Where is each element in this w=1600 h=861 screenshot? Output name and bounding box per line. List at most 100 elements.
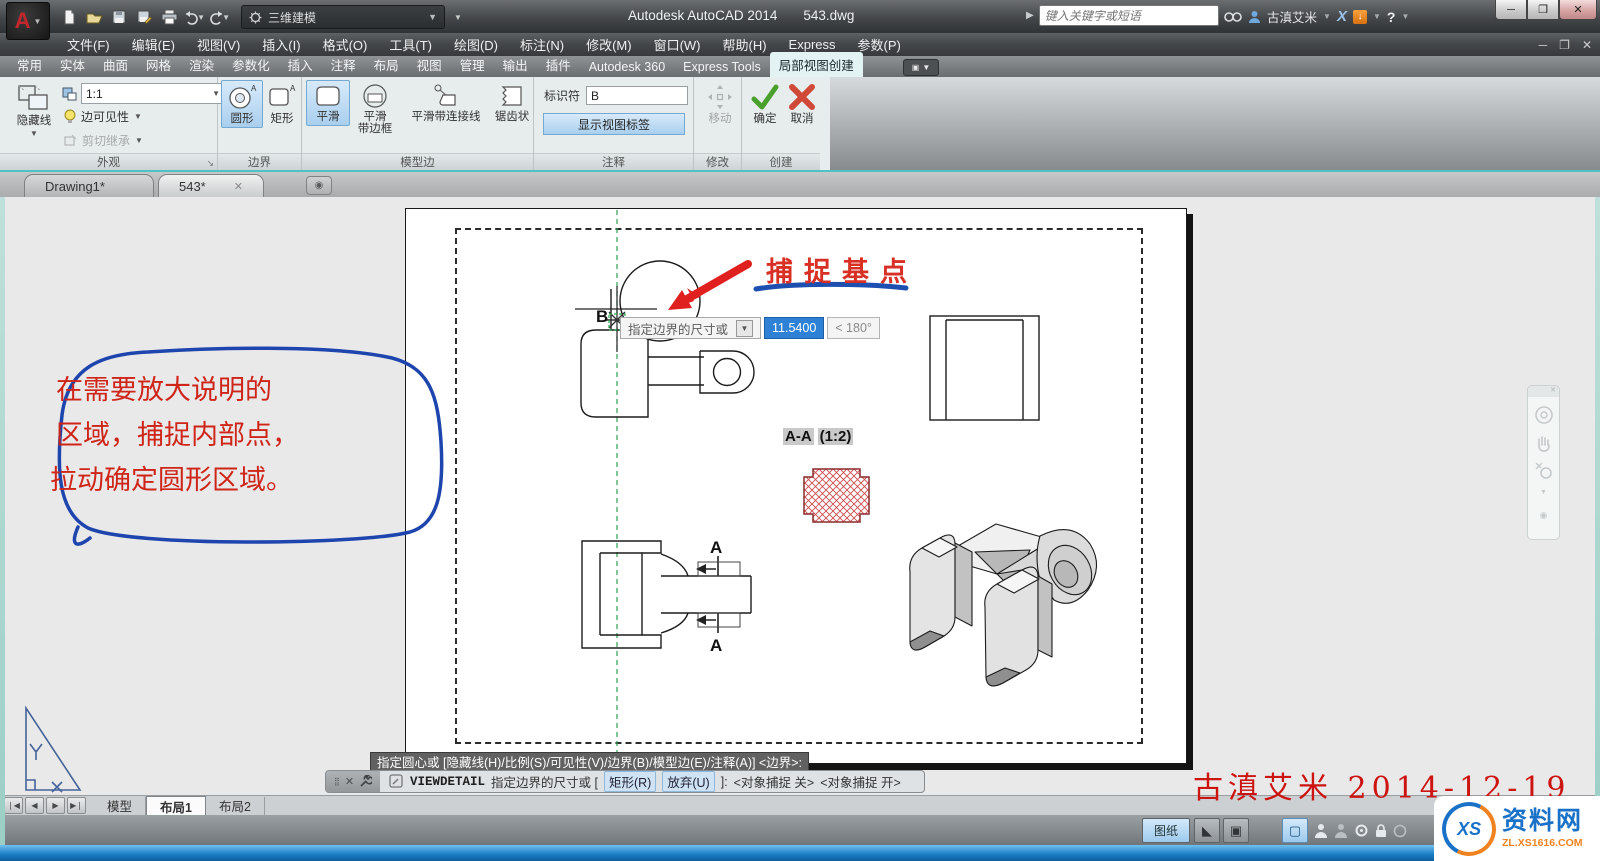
workspace-selector[interactable]: 三维建模 ▼: [241, 5, 445, 29]
search-go-icon[interactable]: ▶: [1026, 10, 1034, 21]
close-icon[interactable]: ✕: [234, 180, 243, 193]
smooth-with-leader-button[interactable]: 平滑带连接线: [400, 80, 492, 126]
wrench-icon[interactable]: [359, 775, 373, 788]
hidden-lines-button[interactable]: 隐藏线 ▼: [5, 80, 63, 141]
doc-restore-button[interactable]: ❐: [1559, 38, 1570, 52]
panel-label-create[interactable]: 创建: [742, 153, 820, 170]
navbar-close-icon[interactable]: ✕: [1528, 386, 1559, 397]
section-view-label[interactable]: A-A (1:2): [783, 428, 854, 445]
search-input[interactable]: [1038, 5, 1219, 26]
command-line-grip[interactable]: ⣿ ✕: [326, 771, 380, 792]
quick-view-layouts-button[interactable]: ◣: [1194, 818, 1220, 843]
menu-item[interactable]: 窗口(W): [643, 33, 712, 56]
exchange-apps-icon[interactable]: X: [1337, 8, 1347, 25]
panel-label-modify[interactable]: 修改: [694, 153, 741, 170]
prev-layout-button[interactable]: ◀: [25, 797, 44, 814]
ribbon-tab[interactable]: 布局: [365, 52, 408, 77]
navigation-bar[interactable]: ✕ ▼ ◉: [1527, 385, 1560, 540]
save-button[interactable]: [108, 6, 130, 28]
ribbon-state-button[interactable]: ▣ ▼: [903, 59, 939, 76]
chevron-down-icon[interactable]: ▼: [1540, 489, 1547, 496]
save-as-button[interactable]: [133, 6, 155, 28]
ribbon-tab[interactable]: 输出: [494, 52, 537, 77]
ribbon-tab[interactable]: 渲染: [180, 52, 223, 77]
chevron-down-icon[interactable]: ▼: [1373, 12, 1381, 21]
viewport-maximize-button[interactable]: ▢: [1282, 818, 1308, 843]
signed-in-user[interactable]: 古滇艾米: [1267, 7, 1317, 26]
close-icon[interactable]: ✕: [345, 775, 354, 788]
gear-icon[interactable]: [1354, 823, 1369, 838]
file-tab[interactable]: Drawing1*: [24, 174, 154, 197]
command-option-rectangular[interactable]: 矩形(R): [603, 771, 657, 792]
smooth-button[interactable]: 平滑: [306, 80, 350, 126]
panel-label-annotation[interactable]: 注释: [534, 153, 693, 170]
ribbon-tab[interactable]: 曲面: [94, 52, 137, 77]
restore-button[interactable]: ❐: [1527, 0, 1559, 20]
scale-combo[interactable]: 1:1 ▼: [81, 83, 225, 104]
doc-minimize-button[interactable]: ─: [1539, 38, 1548, 52]
steering-wheel-icon[interactable]: [1534, 405, 1554, 425]
command-line-dock[interactable]: ⣿ ✕ VIEWDETAIL 指定边界的尺寸或 [ 矩形(R) 放弃(U) ]:…: [325, 770, 925, 793]
undo-button[interactable]: ▼: [183, 6, 205, 28]
lock-icon[interactable]: [1375, 823, 1387, 838]
ribbon-tab[interactable]: 网格: [137, 52, 180, 77]
last-layout-button[interactable]: ▶❘: [67, 797, 86, 814]
edge-visibility-button[interactable]: 边可见性 ▼: [64, 108, 142, 125]
annotation-visibility-icon[interactable]: [1334, 823, 1348, 839]
ribbon-tab[interactable]: 插入: [279, 52, 322, 77]
ribbon-tab[interactable]: Autodesk 360: [580, 57, 674, 77]
open-file-button[interactable]: [83, 6, 105, 28]
command-option-undo[interactable]: 放弃(U): [662, 771, 715, 792]
ribbon-tab[interactable]: 插件: [537, 52, 580, 77]
ribbon-tab[interactable]: 实体: [51, 52, 94, 77]
layout-tab[interactable]: 布局1: [146, 796, 206, 815]
panel-label-boundary[interactable]: 边界: [218, 153, 301, 170]
next-layout-button[interactable]: ▶: [46, 797, 65, 814]
ribbon-tab[interactable]: 视图: [408, 52, 451, 77]
menu-item[interactable]: 帮助(H): [712, 33, 778, 56]
chevron-down-icon[interactable]: ▼: [1401, 12, 1409, 21]
ribbon-tab[interactable]: 管理: [451, 52, 494, 77]
clean-screen-icon[interactable]: [1393, 824, 1407, 838]
show-view-label-button[interactable]: 显示视图标签: [543, 113, 685, 135]
new-file-button[interactable]: [58, 6, 80, 28]
ribbon-tab[interactable]: Express Tools: [674, 57, 770, 77]
ribbon-tab[interactable]: 参数化: [223, 52, 279, 77]
identifier-input[interactable]: B: [586, 86, 689, 105]
close-button[interactable]: ✕: [1559, 0, 1597, 20]
minimize-button[interactable]: ─: [1495, 0, 1527, 20]
qat-customize-button[interactable]: ▼: [448, 6, 470, 28]
redo-button[interactable]: ▼: [208, 6, 230, 28]
doc-close-button[interactable]: ✕: [1582, 38, 1592, 52]
ribbon-tab[interactable]: 局部视图创建: [769, 52, 863, 77]
pan-hand-icon[interactable]: [1535, 433, 1553, 453]
chevron-down-icon[interactable]: ▼: [1323, 12, 1331, 21]
dynamic-input-angle[interactable]: < 180°: [827, 317, 880, 339]
autodesk-360-icon[interactable]: ↓: [1352, 9, 1367, 24]
menu-item[interactable]: 修改(M): [575, 33, 643, 56]
file-tab[interactable]: 543* ✕: [157, 174, 264, 197]
layout-tab[interactable]: 布局2: [206, 796, 265, 815]
rectangular-boundary-button[interactable]: A 矩形: [261, 80, 303, 128]
layout-tab[interactable]: 模型: [94, 796, 147, 815]
dynamic-input-value[interactable]: 11.5400: [764, 317, 825, 339]
ribbon-tab[interactable]: 常用: [8, 52, 51, 77]
dynamic-input-options-icon[interactable]: ▼: [736, 319, 754, 337]
new-drawing-tab-button[interactable]: ◉: [306, 176, 332, 195]
command-customize-icon[interactable]: [388, 774, 404, 790]
app-menu-button[interactable]: A ▼: [6, 2, 50, 40]
ribbon-tab[interactable]: 注释: [322, 52, 365, 77]
jagged-button[interactable]: 锯齿状: [488, 80, 536, 126]
navbar-settings-icon[interactable]: ◉: [1540, 510, 1548, 521]
circular-boundary-button[interactable]: A 圆形: [221, 80, 263, 128]
first-layout-button[interactable]: ❘◀: [4, 797, 23, 814]
panel-label-appearance[interactable]: 外观 ↘: [0, 153, 217, 170]
cancel-button[interactable]: 取消: [782, 80, 822, 128]
annotation-scale-icon[interactable]: [1314, 823, 1328, 839]
ok-button[interactable]: 确定: [745, 80, 785, 128]
plot-button[interactable]: [158, 6, 180, 28]
smooth-with-border-button[interactable]: 平滑 带边框: [348, 80, 402, 138]
zoom-icon[interactable]: [1534, 461, 1554, 481]
quick-view-drawings-button[interactable]: ▣: [1223, 818, 1249, 843]
help-icon[interactable]: ?: [1387, 9, 1396, 25]
